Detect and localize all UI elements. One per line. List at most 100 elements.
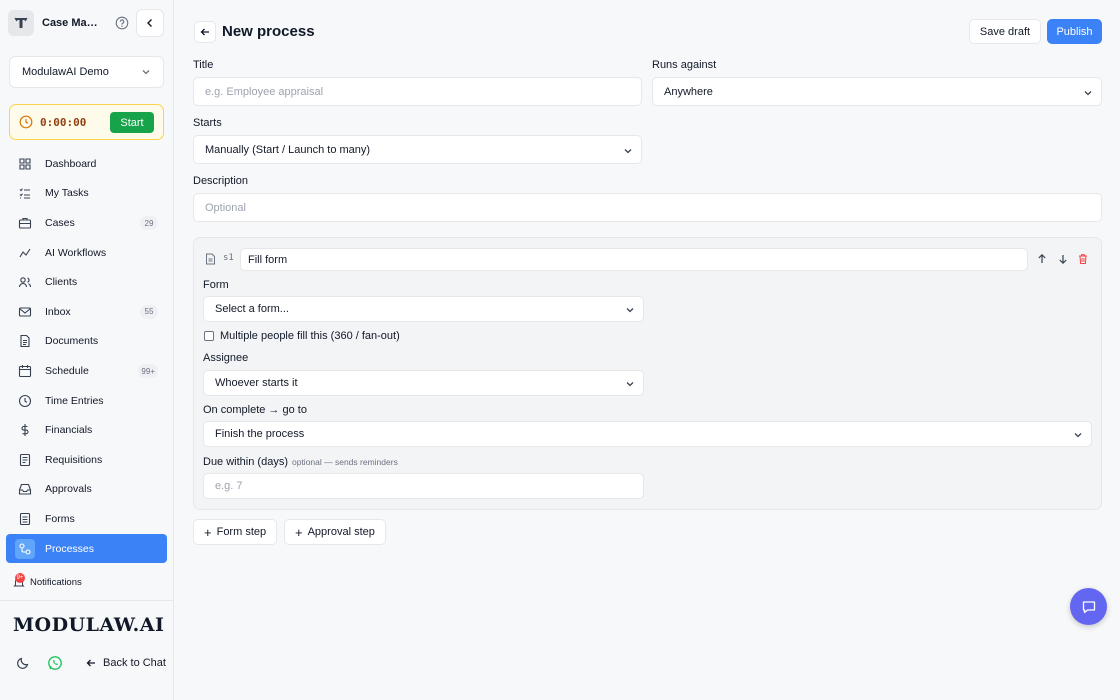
multiple-fill-checkbox[interactable] [204,331,214,341]
back-to-chat-link[interactable]: Back to Chat [85,657,166,669]
document-icon [18,334,32,348]
due-within-input[interactable]: e.g. 7 [203,473,644,499]
arrow-left-icon [86,659,95,667]
plus-icon: + [295,524,303,540]
chevron-down-icon [626,308,634,313]
due-within-label: Due within (days) [203,456,288,468]
sidebar-item-processes[interactable]: Processes [6,533,167,564]
description-label: Description [193,175,249,187]
sidebar-item-documents[interactable]: Documents [6,327,167,357]
sidebar-item-schedule[interactable]: Schedule 99+ [6,356,167,386]
sidebar-item-label: Documents [45,335,99,348]
chat-icon [1082,600,1095,613]
app-name: Case Management [42,17,104,29]
description-input[interactable]: Optional [193,193,1102,222]
count-badge: 55 [140,304,158,319]
due-within-label-row: Due within (days) optional — sends remind… [203,456,398,468]
due-within-hint: optional — sends reminders [291,457,398,467]
page-title: New process [222,23,315,40]
sidebar-item-requisitions[interactable]: Requisitions [6,445,167,475]
briefcase-icon [18,216,32,230]
on-complete-label: On complete → go to [203,404,307,416]
chevron-down-icon [1074,433,1082,438]
count-badge: 99+ [138,364,158,379]
chat-bubble-button[interactable] [1070,588,1107,625]
moon-icon[interactable] [16,656,30,670]
starts-select[interactable]: Manually (Start / Launch to many) [193,135,642,164]
sidebar-item-my-tasks[interactable]: My Tasks [6,179,167,209]
chevron-left-icon [147,19,152,27]
add-approval-step-label: Approval step [307,526,375,538]
form-icon [18,512,32,526]
sidebar-item-label: Dashboard [45,157,97,170]
sidebar-item-approvals[interactable]: Approvals [6,475,167,505]
brand-logo: MODULAW.AI [13,614,165,636]
mail-icon [18,305,32,319]
notifications-label: Notifications [30,576,82,588]
arrow-up-icon[interactable] [1036,253,1048,265]
org-selector[interactable]: ModulawAI Demo [9,56,164,88]
notification-count-badge: 9+ [15,573,25,583]
sidebar-item-cases[interactable]: Cases 29 [6,208,167,238]
multiple-fill-label: Multiple people fill this (360 / fan-out… [220,330,400,342]
starts-value: Manually (Start / Launch to many) [205,143,371,156]
form-select-value: Select a form... [215,303,289,315]
sidebar-item-dashboard[interactable]: Dashboard [6,149,167,179]
sidebar-item-label: Requisitions [45,453,103,466]
collapse-sidebar-button[interactable] [136,9,164,37]
process-icon [15,538,35,559]
save-draft-button[interactable]: Save draft [969,19,1041,44]
sidebar-item-forms[interactable]: Forms [6,504,167,534]
sidebar-item-ai-workflows[interactable]: AI Workflows [6,238,167,268]
main-content: New process Save draft Publish Title e.g… [175,0,1120,700]
step-name-input[interactable]: Fill form [240,248,1028,271]
arrow-down-icon[interactable] [1057,253,1069,265]
form-select[interactable]: Select a form... [203,296,644,322]
sidebar-item-label: My Tasks [45,187,89,200]
timer-value: 0:00:00 [40,115,87,129]
chevron-down-icon [626,382,634,387]
requisition-icon [18,453,32,467]
sidebar-item-label: Time Entries [45,394,104,407]
dollar-icon [18,423,32,437]
trash-icon[interactable] [1077,253,1089,265]
sidebar-item-label: Cases [45,216,75,229]
publish-button[interactable]: Publish [1047,19,1102,44]
on-complete-select[interactable]: Finish the process [203,421,1092,447]
notifications-button[interactable]: 9+ Notifications [12,573,82,589]
checklist-icon [18,186,32,200]
sidebar-item-clients[interactable]: Clients [6,267,167,297]
chevron-down-icon [142,70,150,75]
assignee-select[interactable]: Whoever starts it [203,370,644,396]
whatsapp-icon[interactable] [47,655,63,671]
add-form-step-button[interactable]: + Form step [193,519,278,545]
help-circle-icon[interactable] [115,16,129,30]
arrow-left-icon [200,28,209,36]
runs-against-value: Anywhere [664,85,713,98]
sidebar-item-inbox[interactable]: Inbox 55 [6,297,167,327]
sidebar-item-label: Inbox [45,305,71,318]
add-form-step-label: Form step [216,526,267,538]
chevron-down-icon [624,149,632,154]
form-document-icon [206,253,215,265]
assignee-label: Assignee [203,352,249,364]
sidebar-item-financials[interactable]: Financials [6,415,167,445]
sidebar-item-time-entries[interactable]: Time Entries [6,386,167,416]
clock-icon [18,394,32,408]
step-number: s1 [223,253,234,263]
app-logo-icon[interactable] [8,10,34,36]
back-to-chat-label: Back to Chat [103,657,166,669]
sidebar: Case Management ModulawAI Demo 0:00:00 S… [0,0,174,700]
plus-icon: + [204,524,212,540]
back-button[interactable] [194,21,216,43]
add-approval-step-button[interactable]: + Approval step [284,519,386,545]
sidebar-item-label: Clients [45,276,78,289]
start-timer-button[interactable]: Start [110,112,154,133]
title-input[interactable]: e.g. Employee appraisal [193,77,642,106]
sidebar-item-label: Approvals [45,483,92,496]
sidebar-header: Case Management [8,9,164,37]
sidebar-item-label: Schedule [45,364,89,377]
workflow-icon [18,246,32,260]
runs-against-select[interactable]: Anywhere [652,77,1102,106]
users-icon [18,275,32,289]
